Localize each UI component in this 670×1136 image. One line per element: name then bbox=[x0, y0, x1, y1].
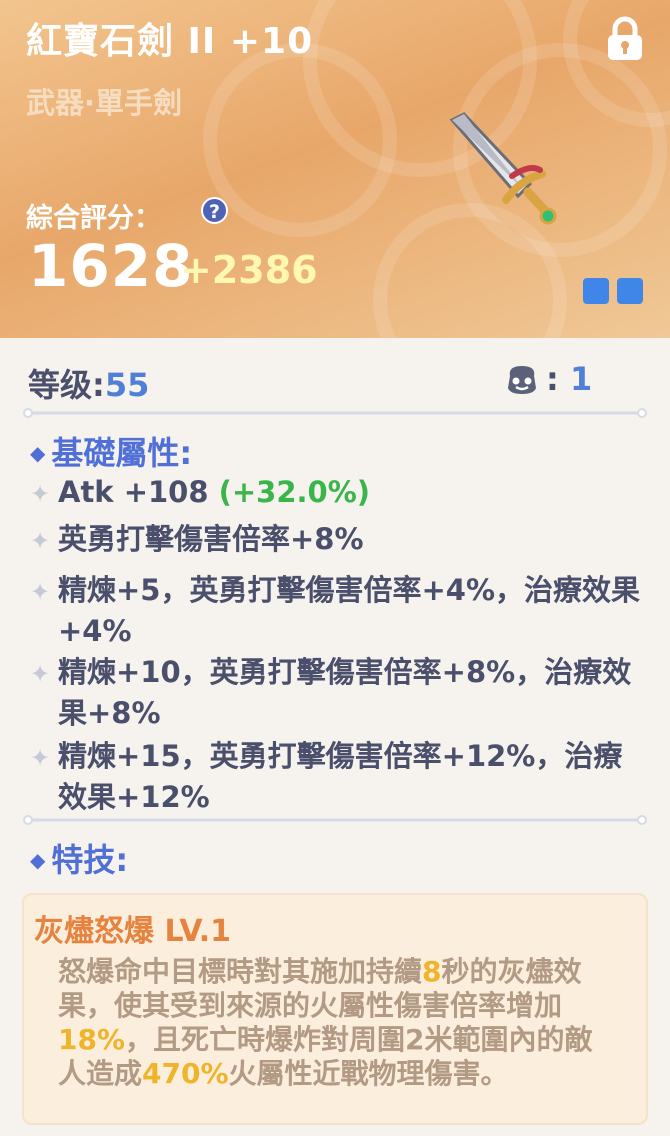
diamond-icon: ◆ bbox=[30, 848, 46, 872]
atk-bonus: (+32.0%) bbox=[218, 475, 371, 509]
sparkle-icon: ✦ bbox=[30, 744, 51, 772]
item-title: 紅寶石劍 II +10 bbox=[26, 21, 314, 62]
lock-icon[interactable] bbox=[604, 16, 646, 62]
atk-text: Atk +108 bbox=[58, 475, 219, 509]
help-icon[interactable]: ? bbox=[201, 197, 228, 224]
level-label: 等级: bbox=[28, 366, 105, 404]
highlight-value: 18% bbox=[58, 1023, 126, 1056]
attribute-line: ✦ 精煉+10，英勇打擊傷害倍率+8%，治療效果+8% bbox=[30, 655, 632, 730]
slot-indicator-1 bbox=[583, 278, 609, 304]
attribute-line: ✦ 精煉+5，英勇打擊傷害倍率+4%，治療效果+4% bbox=[30, 573, 641, 648]
attribute-line: ✦ 英勇打擊傷害倍率+8% bbox=[30, 519, 640, 560]
sword-icon bbox=[449, 112, 557, 225]
attribute-atk: ✦ Atk +108 (+32.0%) bbox=[30, 472, 640, 513]
upgrade-value: 1 bbox=[569, 360, 593, 398]
divider bbox=[23, 815, 647, 825]
skill-name: 灰燼怒爆 LV.1 bbox=[34, 914, 232, 949]
level-value: 55 bbox=[104, 366, 150, 404]
item-header: 紅寶石劍 II +10 武器·單手劍 綜合評分： ? 1628 +2386 bbox=[0, 0, 670, 338]
attribute-line: ✦ 精煉+15，英勇打擊傷害倍率+12%，治療效果+12% bbox=[30, 739, 623, 814]
skill-description: 怒爆命中目標時對其施加持續8秒的灰燼效果，使其受到來源的火屬性傷害倍率增加18%… bbox=[58, 955, 593, 1090]
sparkle-icon: ✦ bbox=[30, 578, 51, 606]
highlight-value: 470% bbox=[142, 1057, 229, 1090]
diamond-icon: ◆ bbox=[30, 441, 46, 465]
basic-attributes-heading: ◆ 基礎屬性: bbox=[30, 434, 193, 472]
divider bbox=[23, 408, 647, 418]
upgrade-separator: : bbox=[546, 360, 559, 398]
slot-indicator-2 bbox=[617, 278, 643, 304]
sparkle-icon: ✦ bbox=[30, 480, 51, 508]
upgrade-stone-icon bbox=[508, 366, 536, 394]
sparkle-icon: ✦ bbox=[30, 527, 51, 555]
skill-heading: ◆ 特技: bbox=[30, 841, 129, 879]
level-row: 等级:55 bbox=[28, 360, 149, 406]
highlight-value: 8 bbox=[422, 955, 442, 988]
sparkle-icon: ✦ bbox=[30, 660, 51, 688]
score-value: 1628 bbox=[28, 232, 194, 300]
item-type: 武器·單手劍 bbox=[26, 86, 183, 120]
score-label: 綜合評分： bbox=[26, 203, 161, 234]
upgrade-count: : 1 bbox=[546, 360, 592, 398]
score-bonus: +2386 bbox=[180, 248, 318, 292]
